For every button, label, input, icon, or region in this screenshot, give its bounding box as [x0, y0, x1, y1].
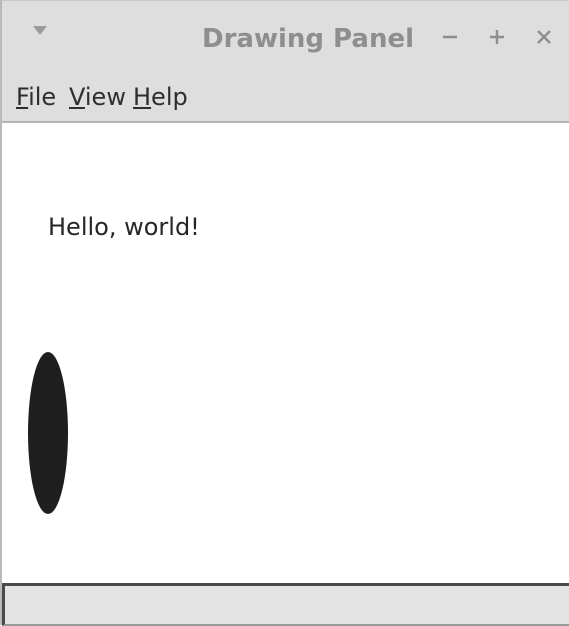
menu-help-label-rest: elp — [151, 83, 188, 111]
hello-text: Hello, world! — [48, 213, 200, 241]
menu-file-label-rest: ile — [28, 83, 57, 111]
menu-file-mnemonic: F — [16, 83, 29, 111]
minimize-icon[interactable] — [436, 21, 464, 51]
menu-view[interactable]: View — [69, 81, 126, 113]
filled-oval — [28, 352, 68, 514]
status-bar — [2, 583, 569, 626]
menu-bar: File View Help — [2, 75, 569, 123]
drawing-panel-window: Drawing Panel File View Help Hello, worl… — [0, 0, 569, 626]
window-menu-triangle-icon[interactable] — [30, 21, 50, 41]
window-title: Drawing Panel — [202, 24, 415, 54]
maximize-icon[interactable] — [483, 21, 511, 51]
menu-file[interactable]: File — [16, 81, 56, 113]
title-bar[interactable]: Drawing Panel — [2, 1, 569, 75]
menu-view-label-rest: iew — [84, 83, 126, 111]
menu-help[interactable]: Help — [133, 81, 188, 113]
close-icon[interactable] — [530, 21, 558, 51]
menu-view-mnemonic: V — [69, 83, 85, 111]
drawing-canvas[interactable]: Hello, world! — [2, 123, 569, 583]
menu-help-mnemonic: H — [133, 83, 152, 111]
